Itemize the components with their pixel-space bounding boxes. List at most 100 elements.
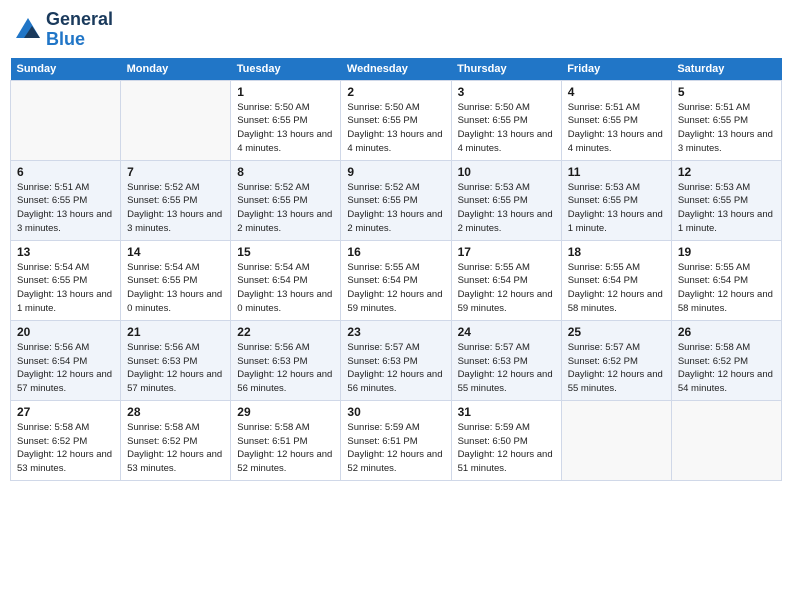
day-info: Sunrise: 5:55 AM Sunset: 6:54 PM Dayligh…: [347, 261, 444, 316]
calendar-table: SundayMondayTuesdayWednesdayThursdayFrid…: [10, 58, 782, 481]
day-info: Sunrise: 5:52 AM Sunset: 6:55 PM Dayligh…: [237, 181, 334, 236]
calendar-cell: 23 Sunrise: 5:57 AM Sunset: 6:53 PM Dayli…: [341, 320, 451, 400]
day-number: 26: [678, 325, 775, 339]
day-info: Sunrise: 5:51 AM Sunset: 6:55 PM Dayligh…: [678, 101, 775, 156]
day-info: Sunrise: 5:54 AM Sunset: 6:55 PM Dayligh…: [17, 261, 114, 316]
day-number: 10: [458, 165, 555, 179]
calendar-cell: 8Sunrise: 5:52 AM Sunset: 6:55 PM Daylig…: [231, 160, 341, 240]
calendar-cell: [121, 80, 231, 160]
day-number: 9: [347, 165, 444, 179]
logo-text: GeneralBlue: [46, 10, 113, 50]
day-number: 3: [458, 85, 555, 99]
weekday-header: Saturday: [671, 58, 781, 81]
weekday-header: Wednesday: [341, 58, 451, 81]
calendar-week-row: 1 Sunrise: 5:50 AM Sunset: 6:55 PM Daylig…: [11, 80, 782, 160]
calendar-cell: 4 Sunrise: 5:51 AM Sunset: 6:55 PM Daylig…: [561, 80, 671, 160]
day-number: 16: [347, 245, 444, 259]
calendar-cell: 27 Sunrise: 5:58 AM Sunset: 6:52 PM Dayli…: [11, 400, 121, 480]
day-info: Sunrise: 5:52 AM Sunset: 6:55 PM Dayligh…: [127, 181, 224, 236]
day-number: 11: [568, 165, 665, 179]
calendar-cell: 22 Sunrise: 5:56 AM Sunset: 6:53 PM Dayli…: [231, 320, 341, 400]
weekday-header: Monday: [121, 58, 231, 81]
day-info: Sunrise: 5:57 AM Sunset: 6:53 PM Dayligh…: [458, 341, 555, 396]
calendar-cell: 15 Sunrise: 5:54 AM Sunset: 6:54 PM Dayli…: [231, 240, 341, 320]
weekday-header: Tuesday: [231, 58, 341, 81]
day-info: Sunrise: 5:53 AM Sunset: 6:55 PM Dayligh…: [458, 181, 555, 236]
calendar-cell: 30Sunrise: 5:59 AM Sunset: 6:51 PM Dayli…: [341, 400, 451, 480]
calendar-cell: 26 Sunrise: 5:58 AM Sunset: 6:52 PM Dayli…: [671, 320, 781, 400]
logo: GeneralBlue: [14, 10, 113, 50]
day-info: Sunrise: 5:57 AM Sunset: 6:52 PM Dayligh…: [568, 341, 665, 396]
calendar-cell: 10 Sunrise: 5:53 AM Sunset: 6:55 PM Dayli…: [451, 160, 561, 240]
calendar-cell: 25 Sunrise: 5:57 AM Sunset: 6:52 PM Dayli…: [561, 320, 671, 400]
day-number: 12: [678, 165, 775, 179]
calendar-cell: [561, 400, 671, 480]
day-number: 15: [237, 245, 334, 259]
day-info: Sunrise: 5:58 AM Sunset: 6:52 PM Dayligh…: [678, 341, 775, 396]
calendar-cell: 17 Sunrise: 5:55 AM Sunset: 6:54 PM Dayli…: [451, 240, 561, 320]
day-info: Sunrise: 5:57 AM Sunset: 6:53 PM Dayligh…: [347, 341, 444, 396]
calendar-cell: 6Sunrise: 5:51 AM Sunset: 6:55 PM Daylig…: [11, 160, 121, 240]
day-info: Sunrise: 5:58 AM Sunset: 6:52 PM Dayligh…: [127, 421, 224, 476]
day-info: Sunrise: 5:53 AM Sunset: 6:55 PM Dayligh…: [568, 181, 665, 236]
day-number: 19: [678, 245, 775, 259]
day-number: 24: [458, 325, 555, 339]
day-number: 22: [237, 325, 334, 339]
calendar-week-row: 6Sunrise: 5:51 AM Sunset: 6:55 PM Daylig…: [11, 160, 782, 240]
calendar-cell: 2Sunrise: 5:50 AM Sunset: 6:55 PM Daylig…: [341, 80, 451, 160]
day-info: Sunrise: 5:55 AM Sunset: 6:54 PM Dayligh…: [568, 261, 665, 316]
day-number: 25: [568, 325, 665, 339]
calendar-cell: 13Sunrise: 5:54 AM Sunset: 6:55 PM Dayli…: [11, 240, 121, 320]
day-info: Sunrise: 5:53 AM Sunset: 6:55 PM Dayligh…: [678, 181, 775, 236]
day-info: Sunrise: 5:58 AM Sunset: 6:52 PM Dayligh…: [17, 421, 114, 476]
calendar-cell: 3 Sunrise: 5:50 AM Sunset: 6:55 PM Daylig…: [451, 80, 561, 160]
calendar-cell: [11, 80, 121, 160]
day-info: Sunrise: 5:59 AM Sunset: 6:50 PM Dayligh…: [458, 421, 555, 476]
day-number: 5: [678, 85, 775, 99]
day-number: 14: [127, 245, 224, 259]
calendar-week-row: 27 Sunrise: 5:58 AM Sunset: 6:52 PM Dayli…: [11, 400, 782, 480]
calendar-cell: [671, 400, 781, 480]
day-number: 1: [237, 85, 334, 99]
page-header: GeneralBlue: [10, 10, 782, 50]
day-info: Sunrise: 5:50 AM Sunset: 6:55 PM Dayligh…: [347, 101, 444, 156]
day-info: Sunrise: 5:55 AM Sunset: 6:54 PM Dayligh…: [678, 261, 775, 316]
day-info: Sunrise: 5:56 AM Sunset: 6:53 PM Dayligh…: [237, 341, 334, 396]
day-info: Sunrise: 5:54 AM Sunset: 6:54 PM Dayligh…: [237, 261, 334, 316]
day-info: Sunrise: 5:59 AM Sunset: 6:51 PM Dayligh…: [347, 421, 444, 476]
day-info: Sunrise: 5:54 AM Sunset: 6:55 PM Dayligh…: [127, 261, 224, 316]
calendar-cell: 28 Sunrise: 5:58 AM Sunset: 6:52 PM Dayli…: [121, 400, 231, 480]
weekday-header: Thursday: [451, 58, 561, 81]
day-info: Sunrise: 5:55 AM Sunset: 6:54 PM Dayligh…: [458, 261, 555, 316]
calendar-week-row: 13Sunrise: 5:54 AM Sunset: 6:55 PM Dayli…: [11, 240, 782, 320]
calendar-week-row: 20Sunrise: 5:56 AM Sunset: 6:54 PM Dayli…: [11, 320, 782, 400]
day-number: 20: [17, 325, 114, 339]
day-number: 7: [127, 165, 224, 179]
calendar-cell: 16 Sunrise: 5:55 AM Sunset: 6:54 PM Dayli…: [341, 240, 451, 320]
day-number: 21: [127, 325, 224, 339]
calendar-cell: 31 Sunrise: 5:59 AM Sunset: 6:50 PM Dayli…: [451, 400, 561, 480]
day-info: Sunrise: 5:56 AM Sunset: 6:53 PM Dayligh…: [127, 341, 224, 396]
calendar-cell: 29Sunrise: 5:58 AM Sunset: 6:51 PM Dayli…: [231, 400, 341, 480]
day-info: Sunrise: 5:52 AM Sunset: 6:55 PM Dayligh…: [347, 181, 444, 236]
day-number: 17: [458, 245, 555, 259]
day-number: 29: [237, 405, 334, 419]
day-info: Sunrise: 5:51 AM Sunset: 6:55 PM Dayligh…: [568, 101, 665, 156]
day-number: 27: [17, 405, 114, 419]
calendar-cell: 9 Sunrise: 5:52 AM Sunset: 6:55 PM Daylig…: [341, 160, 451, 240]
calendar-header-row: SundayMondayTuesdayWednesdayThursdayFrid…: [11, 58, 782, 81]
weekday-header: Friday: [561, 58, 671, 81]
day-number: 28: [127, 405, 224, 419]
day-number: 23: [347, 325, 444, 339]
calendar-cell: 14 Sunrise: 5:54 AM Sunset: 6:55 PM Dayli…: [121, 240, 231, 320]
calendar-cell: 20Sunrise: 5:56 AM Sunset: 6:54 PM Dayli…: [11, 320, 121, 400]
calendar-cell: 1Sunrise: 5:50 AM Sunset: 6:55 PM Daylig…: [231, 80, 341, 160]
logo-icon: [14, 16, 42, 44]
calendar-cell: 5 Sunrise: 5:51 AM Sunset: 6:55 PM Daylig…: [671, 80, 781, 160]
calendar-cell: 18Sunrise: 5:55 AM Sunset: 6:54 PM Dayli…: [561, 240, 671, 320]
weekday-header: Sunday: [11, 58, 121, 81]
day-info: Sunrise: 5:50 AM Sunset: 6:55 PM Dayligh…: [458, 101, 555, 156]
day-number: 4: [568, 85, 665, 99]
day-number: 31: [458, 405, 555, 419]
day-info: Sunrise: 5:51 AM Sunset: 6:55 PM Dayligh…: [17, 181, 114, 236]
